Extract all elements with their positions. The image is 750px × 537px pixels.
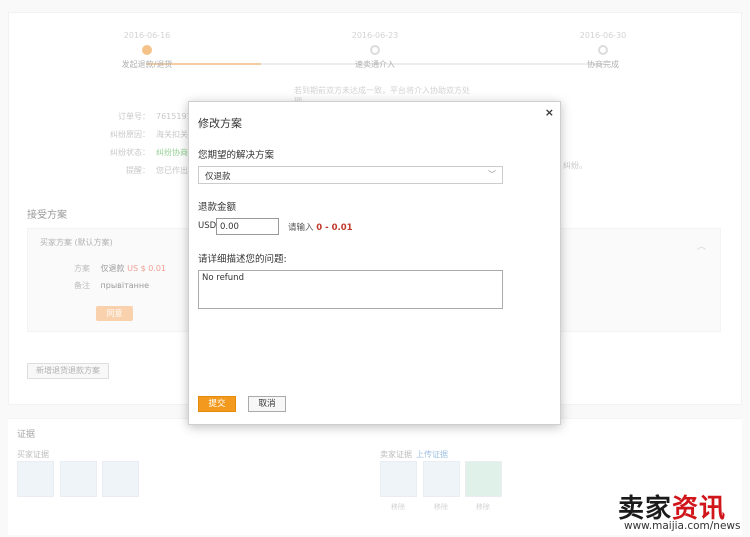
currency-label: USD [198,221,217,231]
watermark-url: www.maijia.com/news [624,520,741,532]
solution-label: 您期望的解决方案 [198,150,275,161]
cancel-button[interactable]: 取消 [248,396,286,412]
solution-selected-value: 仅退款 [205,172,231,182]
solution-select[interactable]: 仅退款 ﹀ [198,166,503,184]
description-textarea[interactable]: No refund [198,270,503,309]
hint-prefix: 请输入 [288,223,314,233]
modify-plan-dialog: 修改方案 × 您期望的解决方案 仅退款 ﹀ 退款金额 USD 请输入 0 - 0… [188,101,561,425]
submit-button[interactable]: 提交 [198,396,236,412]
dialog-title: 修改方案 [198,117,242,130]
chevron-down-icon: ﹀ [488,170,496,179]
description-label: 请详细描述您的问题: [198,254,287,265]
refund-amount-label: 退款金额 [198,202,237,213]
refund-amount-input[interactable] [216,218,279,235]
amount-hint: 请输入 0 - 0.01 [288,221,353,233]
close-icon[interactable]: × [545,106,554,119]
hint-range: 0 - 0.01 [316,223,353,233]
